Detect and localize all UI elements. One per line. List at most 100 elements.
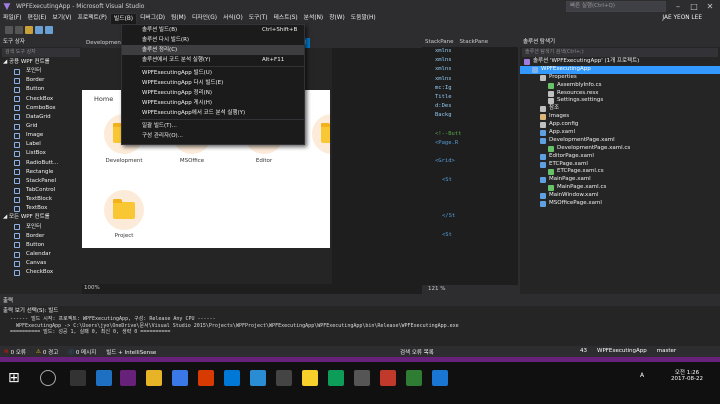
- store-icon[interactable]: [224, 370, 240, 386]
- save-all-icon[interactable]: [45, 26, 53, 34]
- menu-item[interactable]: 창(W): [326, 13, 348, 24]
- build-menu-item[interactable]: 솔루션 다시 빌드(R): [122, 35, 304, 45]
- solution-search-input[interactable]: 솔루션 탐색기 검색(Ctrl+;): [522, 48, 718, 57]
- menu-item[interactable]: 편집(E): [25, 13, 50, 24]
- solution-tree-item[interactable]: Images: [520, 113, 720, 121]
- messages-filter-button[interactable]: ⓘ 0 메시지: [68, 348, 96, 356]
- project-folder-icon[interactable]: [104, 190, 144, 230]
- menu-item[interactable]: 파일(F): [0, 13, 25, 24]
- solution-tree-item[interactable]: EditorPage.xaml: [520, 153, 720, 161]
- terminal-icon[interactable]: [276, 370, 292, 386]
- forward-icon[interactable]: [15, 26, 23, 34]
- maximize-button[interactable]: □: [686, 0, 702, 13]
- solution-tree-item[interactable]: Resources.resx: [520, 90, 720, 98]
- solution-tree-item[interactable]: App.xaml: [520, 129, 720, 137]
- menu-item[interactable]: 프로젝트(P): [75, 13, 110, 24]
- task-view-icon[interactable]: [70, 370, 86, 386]
- solution-tree-item[interactable]: DevelopmentPage.xaml.cs: [520, 145, 720, 153]
- save-icon[interactable]: [35, 26, 43, 34]
- solution-tree-item[interactable]: WPFExecutingApp: [520, 65, 720, 74]
- toolbox-item[interactable]: 포인터: [0, 223, 82, 232]
- toolbox-item[interactable]: ComboBox: [0, 104, 82, 113]
- build-scope-select[interactable]: 빌드 + IntelliSense: [106, 348, 156, 356]
- solution-tree-item[interactable]: MainPage.xaml.cs: [520, 184, 720, 192]
- build-menu-item[interactable]: WPFExecutingApp 정리(N): [122, 88, 304, 98]
- element-dropdown[interactable]: StackPane: [422, 38, 457, 47]
- toolbox-item[interactable]: CheckBox: [0, 95, 82, 104]
- toolbox-item[interactable]: Border: [0, 76, 82, 85]
- build-menu-item[interactable]: WPFExecutingApp 게시(H): [122, 98, 304, 108]
- code-zoom-level[interactable]: 121 %: [428, 286, 445, 292]
- build-menu-item[interactable]: WPFExecutingApp에서 코드 분석 실행(Y): [122, 108, 304, 118]
- toolbox-item[interactable]: Button: [0, 85, 82, 94]
- project-name[interactable]: WPFExecutingApp: [597, 348, 647, 354]
- toolbox-group-header[interactable]: ◢ 모든 WPF 컨트롤: [0, 213, 82, 222]
- toolbox-item[interactable]: Border: [0, 232, 82, 241]
- solution-tree-item[interactable]: MSOfficePage.xaml: [520, 200, 720, 208]
- menu-item[interactable]: 보기(V): [49, 13, 74, 24]
- explorer-icon[interactable]: [146, 370, 162, 386]
- output-source-select[interactable]: 출력 보기 선택(S): 빌드: [0, 306, 720, 316]
- menu-item[interactable]: 빌드(B): [109, 13, 138, 24]
- toolbox-item[interactable]: TextBlock: [0, 195, 82, 204]
- windows-start-icon[interactable]: ⊞: [8, 370, 24, 386]
- toolbox-search-input[interactable]: 검색 도구 상자: [2, 48, 80, 57]
- solution-tree-item[interactable]: MainPage.xaml: [520, 176, 720, 184]
- member-dropdown[interactable]: StackPane: [457, 38, 492, 47]
- solution-tree-item[interactable]: MainWindow.xaml: [520, 192, 720, 200]
- menu-item[interactable]: 도구(T): [246, 13, 271, 24]
- build-menu-item[interactable]: 일괄 빌드(T)...: [122, 121, 304, 131]
- minimize-button[interactable]: –: [670, 0, 686, 13]
- build-menu-item[interactable]: 솔루션 빌드(B) Ctrl+Shift+B: [122, 25, 304, 35]
- warnings-filter-button[interactable]: ⚠ 0 경고: [36, 348, 58, 356]
- toolbox-group-header[interactable]: ◢ 공용 WPF 컨트롤: [0, 58, 82, 67]
- toolbox-item[interactable]: TabControl: [0, 186, 82, 195]
- toolbox-item[interactable]: Label: [0, 140, 82, 149]
- edge-icon[interactable]: [96, 370, 112, 386]
- quick-launch-input[interactable]: 빠른 실행(Ctrl+Q): [566, 1, 666, 12]
- build-menu-item[interactable]: 솔루션에서 코드 분석 실행(Y) Alt+F11: [122, 55, 304, 65]
- git-branch[interactable]: master: [657, 348, 676, 354]
- solution-tree-item[interactable]: AssemblyInfo.cs: [520, 82, 720, 90]
- error-list-search[interactable]: 검색 오류 목록: [400, 348, 434, 356]
- clock[interactable]: 오전 1:26 2017-08-22: [662, 368, 712, 382]
- etc-folder-icon[interactable]: [312, 114, 330, 154]
- toolbox-item[interactable]: StackPanel: [0, 177, 82, 186]
- settings-icon[interactable]: [354, 370, 370, 386]
- solution-tree-item[interactable]: App.config: [520, 121, 720, 129]
- solution-tree-item[interactable]: ETCPage.xaml.cs: [520, 168, 720, 176]
- toolbox-item[interactable]: Canvas: [0, 259, 82, 268]
- input-language[interactable]: A: [640, 372, 644, 379]
- menu-item[interactable]: 디버그(D): [137, 13, 168, 24]
- app-icon[interactable]: [328, 370, 344, 386]
- solution-tree-item[interactable]: DevelopmentPage.xaml: [520, 137, 720, 145]
- chrome-icon[interactable]: [172, 370, 188, 386]
- toolbox-item[interactable]: RadioButt...: [0, 159, 82, 168]
- toolbox-item[interactable]: TextBox: [0, 204, 82, 213]
- toolbox-item[interactable]: Grid: [0, 122, 82, 131]
- build-menu-item[interactable]: 구성 관리자(O)...: [122, 131, 304, 141]
- errors-filter-button[interactable]: ⊗ 0 오류: [4, 348, 26, 356]
- toolbox-item[interactable]: Calendar: [0, 250, 82, 259]
- app3-icon[interactable]: [432, 370, 448, 386]
- close-button[interactable]: ✕: [702, 0, 718, 13]
- toolbox-item[interactable]: Rectangle: [0, 168, 82, 177]
- search-icon[interactable]: [40, 370, 56, 386]
- menu-item[interactable]: 테스트(S): [270, 13, 300, 24]
- menu-item[interactable]: 분석(N): [301, 13, 327, 24]
- build-menu-item[interactable]: WPFExecutingApp 다시 빌드(E): [122, 78, 304, 88]
- errors-count[interactable]: 43: [580, 348, 587, 354]
- menu-item[interactable]: 디자인(G): [189, 13, 220, 24]
- build-menu-item[interactable]: 솔루션 정리(C): [122, 45, 304, 55]
- zoom-level[interactable]: 100%: [84, 285, 100, 291]
- menu-item[interactable]: 서식(O): [220, 13, 246, 24]
- menu-item[interactable]: 도움말(H): [348, 13, 379, 24]
- toolbox-item[interactable]: ListBox: [0, 149, 82, 158]
- open-icon[interactable]: [25, 26, 33, 34]
- menu-item[interactable]: 팀(M): [168, 13, 189, 24]
- kakao-icon[interactable]: [302, 370, 318, 386]
- toolbox-item[interactable]: Button: [0, 241, 82, 250]
- toolbox-item[interactable]: 포인터: [0, 67, 82, 76]
- office-icon[interactable]: [198, 370, 214, 386]
- mail-icon[interactable]: [250, 370, 266, 386]
